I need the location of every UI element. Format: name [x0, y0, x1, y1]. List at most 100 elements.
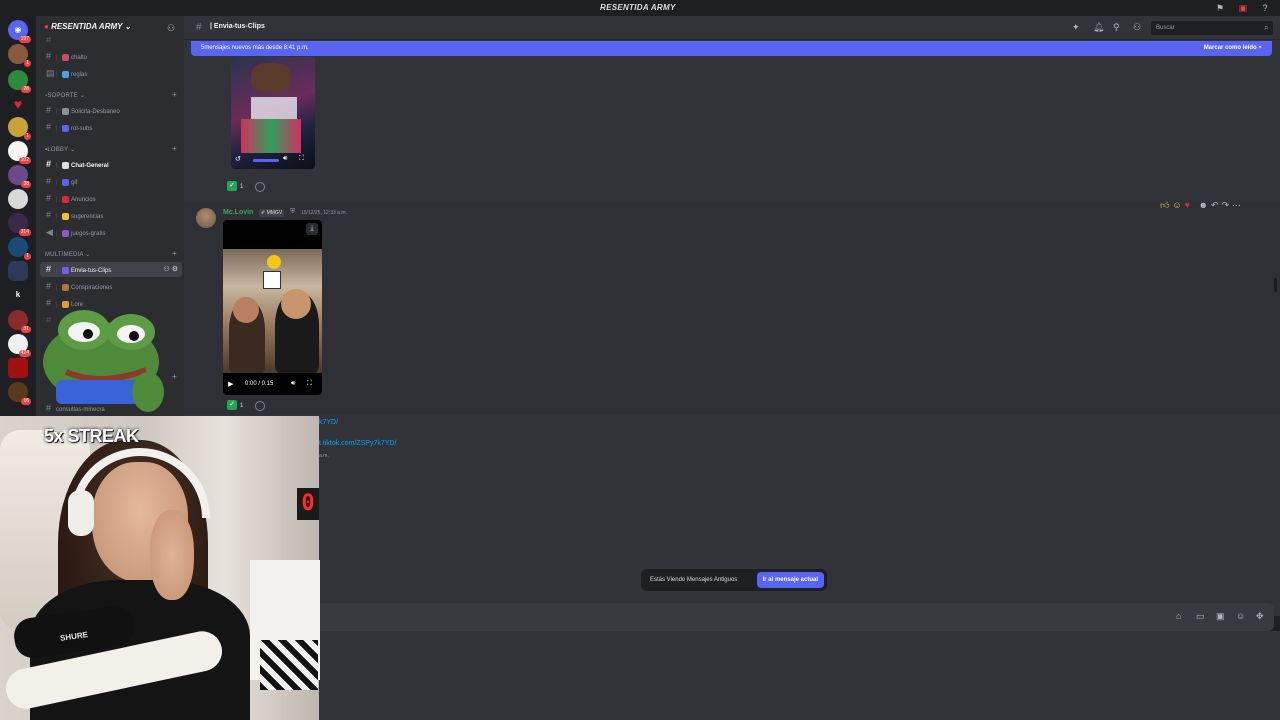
sidebar-item-partial[interactable]: # — [40, 33, 182, 48]
jump-to-present-button[interactable]: Ir al mensaje actual — [756, 572, 824, 588]
sidebar-item-chalto[interactable]: # | chalto — [40, 49, 182, 64]
message-toolbar[interactable]: 👍︎☺♥ ☻↶↷⋯ — [1160, 200, 1244, 214]
thumbs-up-icon: 👍︎ — [1160, 200, 1173, 210]
inbox-icon[interactable]: ⚑ — [1215, 3, 1225, 13]
add-reaction-icon[interactable] — [255, 401, 265, 411]
channel-hash-icon: # — [196, 22, 202, 33]
sidebar-item-reglas[interactable]: ▤| reglas — [40, 66, 182, 81]
server-icon[interactable]: 31 — [8, 310, 31, 333]
volume-icon: 🔊︎ — [291, 380, 296, 387]
app-title: RESENTIDA ARMY — [600, 3, 676, 12]
server-icon[interactable]: 314 — [8, 213, 31, 236]
reaction-check[interactable]: ✓ 1 — [227, 181, 243, 193]
add-channel-icon[interactable]: + — [172, 249, 177, 258]
apps-icon[interactable]: ✥ — [1256, 611, 1264, 622]
message-composer[interactable] — [184, 603, 1274, 631]
pepe-sticker — [43, 310, 164, 412]
laugh-icon: ☺ — [1172, 200, 1185, 210]
link-partial[interactable]: k7YD/ — [319, 419, 338, 426]
megaphone-icon: ◀ — [46, 227, 53, 237]
server-icon[interactable]: 1 — [8, 237, 31, 260]
video-attachment[interactable]: ⤓ ▶ 0:00 / 0:15 🔊︎ ⛶ — [223, 220, 322, 395]
message-timestamp: a.m. — [319, 453, 329, 459]
webcam-striped-object — [260, 640, 318, 690]
server-icon[interactable]: 1 — [8, 117, 31, 140]
server-icon[interactable] — [8, 261, 28, 281]
category-lobby[interactable]: ▪LOBBY ⌄ — [45, 146, 75, 153]
reaction-check[interactable]: ✓ 1 — [227, 400, 243, 412]
add-reaction-icon: ☻ — [1198, 200, 1211, 210]
mark-read-button: Marcar como leído ◓ — [1203, 45, 1262, 51]
sidebar-item-anuncios[interactable]: # | Anuncios — [40, 191, 182, 206]
gear-icon: ⚙ — [171, 266, 178, 273]
download-icon: ⤓ — [306, 223, 318, 235]
category-multimedia[interactable]: MULTIMEDIA ⌄ — [45, 251, 90, 258]
sidebar-item-rol-subs[interactable]: # | rol-subs — [40, 120, 182, 135]
sidebar-item-chat-general[interactable]: # | Chat-General — [40, 157, 182, 172]
replay-icon: ↺ — [235, 156, 241, 163]
video-time: 0:00 / 0:15 — [245, 381, 274, 387]
threads-icon[interactable]: ✦ — [1072, 22, 1080, 33]
rules-icon: ▤ — [46, 68, 55, 78]
message-author[interactable]: Mc.Lovin — [223, 209, 253, 216]
video-frame — [223, 249, 322, 373]
members-icon[interactable]: ⚇ — [1133, 22, 1141, 33]
channel-title: | Envia-tus-Clips — [210, 23, 265, 30]
new-messages-bar[interactable]: 5mensajes nuevos más desde 8:41 p.m. Marc… — [191, 41, 1272, 56]
reply-icon: ↶ — [1210, 200, 1222, 210]
server-icon[interactable]: 424 — [8, 334, 31, 357]
fullscreen-icon: ⛶ — [299, 155, 304, 162]
avatar[interactable] — [196, 208, 216, 228]
server-icon[interactable] — [8, 358, 28, 378]
badge-icon: ⛨ — [290, 208, 296, 215]
help-icon[interactable]: ? — [1260, 3, 1270, 13]
pin-icon[interactable]: ⚲ — [1113, 22, 1120, 33]
sidebar-item-juegos-gratis[interactable]: ◀ | juegos-gratis — [40, 225, 182, 240]
search-icon: ⌕ — [1264, 23, 1269, 32]
server-icon[interactable]: 16 — [8, 382, 31, 405]
server-icon[interactable]: 28 — [8, 70, 31, 93]
gif-icon[interactable]: ▭ — [1196, 611, 1205, 622]
message-hover-bg — [184, 203, 1280, 415]
play-icon: ▶ — [228, 381, 234, 388]
gift-icon[interactable]: ⌂ — [1176, 611, 1181, 621]
streak-label: 5x STREAK — [44, 426, 139, 446]
direct-messages-icon[interactable]: ◉ 197 — [8, 20, 31, 43]
add-channel-icon[interactable]: + — [172, 90, 177, 99]
guild-name[interactable]: ● RESENTIDA ARMY ⌄ — [44, 22, 131, 31]
webcam-hand — [150, 510, 194, 600]
category-soporte[interactable]: ▪SOPORTE ⌄ — [45, 92, 85, 99]
server-icon[interactable]: 102 — [8, 141, 31, 164]
server-icon[interactable]: 1 — [8, 44, 31, 67]
video-progress — [253, 159, 279, 162]
volume-icon: 🔊︎ — [283, 155, 288, 162]
server-icon[interactable]: 38 — [8, 165, 31, 188]
webcam-earcup — [68, 490, 94, 536]
server-icon[interactable]: k — [8, 285, 28, 305]
emoji-icon[interactable]: ☺ — [1236, 611, 1245, 621]
add-reaction-icon[interactable] — [255, 182, 265, 192]
sidebar-item-solicita-desbaneo[interactable]: # | Solicita-Desbaneo — [40, 103, 182, 118]
user-tag: ✐ MMGV — [259, 209, 285, 217]
add-channel-icon[interactable]: + — [172, 372, 177, 381]
tiktok-link[interactable]: t.tiktok.com/ZSPy7k7YD/ — [319, 440, 396, 447]
sidebar-item-conspiraciones[interactable]: # | Conspiraciones — [40, 279, 182, 294]
invite-user-icon: ⚇ — [163, 266, 170, 273]
heart-server-icon[interactable]: ♥ — [8, 94, 28, 114]
bell-icon[interactable]: 🔔︎ — [1093, 22, 1104, 33]
fullscreen-icon: ⛶ — [307, 380, 312, 387]
screen-icon[interactable]: ▣ — [1238, 3, 1248, 13]
sidebar-item-envia-tus-clips[interactable]: # | Envia-tus-Clips ⚇ ⚙ — [40, 262, 182, 277]
forward-icon: ↷ — [1221, 200, 1233, 210]
scrollbar[interactable] — [1274, 278, 1277, 292]
server-icon[interactable] — [8, 189, 28, 209]
sidebar-item-sugerencias[interactable]: # | sugerencias — [40, 208, 182, 223]
video-attachment[interactable]: ↺ 🔊︎ ⛶ — [231, 57, 315, 169]
add-channel-icon[interactable]: + — [172, 144, 177, 153]
sticker-icon[interactable]: ▣ — [1216, 611, 1225, 622]
sidebar-item-gif[interactable]: # | gif — [40, 174, 182, 189]
heart-icon: ♥ — [1184, 200, 1193, 210]
webcam-led-counter: 0 — [297, 488, 319, 520]
search-input[interactable]: Buscar — [1151, 21, 1273, 35]
old-messages-banner: Estás Viendo Mensajes Antiguos Ir al mens… — [641, 569, 827, 591]
